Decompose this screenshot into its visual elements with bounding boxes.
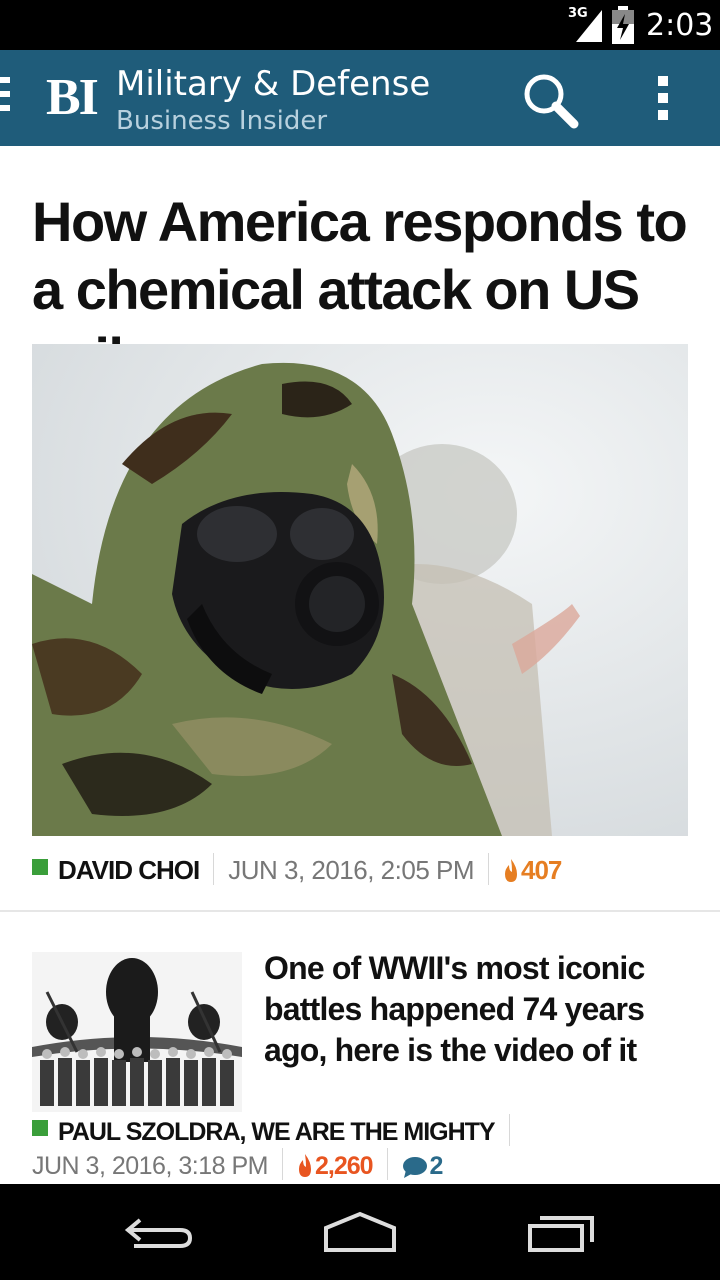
section-title: Military & Defense (116, 64, 431, 104)
battery-icon (612, 6, 634, 44)
story-2-headline[interactable]: One of WWII's most iconic battles happen… (264, 948, 694, 1071)
meta-divider (508, 1114, 510, 1146)
publication-name: Business Insider (116, 106, 328, 136)
comment-icon (402, 1157, 427, 1178)
meta-divider (488, 853, 490, 885)
story-2-author-row: PAUL SZOLDRA, WE ARE THE MIGHTY (32, 1114, 524, 1148)
lead-story-meta: DAVID CHOI JUN 3, 2016, 2:05 PM 407 (32, 852, 692, 888)
system-nav-bar (0, 1184, 720, 1280)
overflow-menu-icon[interactable] (650, 76, 676, 126)
flame-icon (298, 1154, 311, 1177)
status-bar: 3G 2:03 (0, 0, 720, 50)
recents-icon[interactable] (520, 1206, 600, 1258)
author-marker (32, 859, 48, 875)
flame-icon (505, 859, 518, 882)
lead-story-image[interactable] (32, 344, 688, 836)
home-icon[interactable] (320, 1206, 400, 1258)
story-2-date: JUN 3, 2016, 3:18 PM (32, 1152, 268, 1180)
author-marker (32, 1120, 48, 1136)
article-list: How America responds to a chemical attac… (0, 146, 720, 1184)
clock: 2:03 (646, 8, 714, 43)
meta-divider (386, 1148, 388, 1180)
bi-logo[interactable]: BI (46, 68, 99, 128)
meta-divider (213, 853, 215, 885)
app-bar: BI Military & Defense Business Insider (0, 50, 720, 146)
story-2-views: 2,260 (314, 1152, 374, 1180)
signal-icon (576, 10, 602, 42)
story-2-thumbnail[interactable] (32, 952, 242, 1112)
story-2-comments[interactable]: 2 (430, 1152, 444, 1180)
search-icon[interactable] (520, 70, 582, 132)
story-2-author[interactable]: PAUL SZOLDRA, WE ARE THE MIGHTY (58, 1118, 496, 1146)
lead-story-date: JUN 3, 2016, 2:05 PM (228, 855, 475, 885)
story-divider (0, 910, 720, 912)
back-icon[interactable] (120, 1206, 200, 1258)
story-2-meta: JUN 3, 2016, 3:18 PM 2,260 2 (32, 1148, 443, 1182)
meta-divider (281, 1148, 283, 1180)
lead-story-views: 407 (521, 855, 562, 885)
drawer-icon[interactable] (0, 77, 12, 119)
lead-story-author[interactable]: DAVID CHOI (58, 855, 200, 885)
